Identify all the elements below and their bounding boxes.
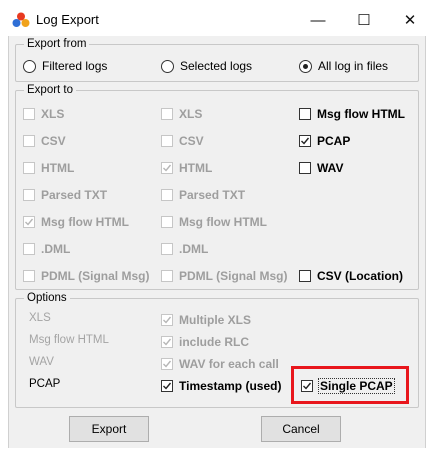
col2-dml-label: .DML — [179, 242, 209, 256]
col1-dml-label: .DML — [41, 242, 71, 256]
col2-xls-label: XLS — [179, 107, 203, 121]
col2-pdml-label: PDML (Signal Msg) — [179, 269, 288, 283]
close-button[interactable]: ✕ — [390, 6, 430, 34]
timestamp-used-checkbox[interactable]: Timestamp (used) — [161, 378, 281, 394]
radio-filtered-logs[interactable]: Filtered logs — [23, 58, 107, 74]
col1-pdml-label: PDML (Signal Msg) — [41, 269, 150, 283]
col3-wav-checkbox[interactable]: WAV — [299, 160, 343, 176]
col3-pcap-label: PCAP — [317, 134, 351, 148]
maximize-button[interactable]: ☐ — [344, 6, 384, 34]
radio-all-log-in-files-label: All log in files — [318, 59, 389, 73]
col1-csv-checkbox[interactable]: CSV — [23, 133, 66, 149]
col2-msg-flow-html-checkbox[interactable]: Msg flow HTML — [161, 214, 267, 230]
timestamp-used-label: Timestamp (used) — [179, 379, 282, 393]
option-name-msg-flow-html: Msg flow HTML — [29, 334, 109, 346]
radio-filtered-logs-label: Filtered logs — [42, 59, 108, 73]
radio-all-log-in-files[interactable]: All log in files — [299, 58, 388, 74]
minimize-button[interactable]: — — [298, 6, 338, 34]
col1-parsed-txt-label: Parsed TXT — [41, 188, 108, 202]
radio-selected-logs[interactable]: Selected logs — [161, 58, 252, 74]
col3-msg-flow-html-label: Msg flow HTML — [317, 107, 405, 121]
col1-parsed-txt-checkbox[interactable]: Parsed TXT — [23, 187, 107, 203]
col2-html-checkbox[interactable]: HTML — [161, 160, 212, 176]
col2-csv-checkbox[interactable]: CSV — [161, 133, 204, 149]
col1-html-checkbox[interactable]: HTML — [23, 160, 74, 176]
options-label: Options — [24, 291, 70, 305]
option-name-xls: XLS — [29, 312, 51, 324]
dialog-client: Export from Filtered logs Selected logs … — [8, 36, 426, 448]
title-bar: Log Export — ☐ ✕ — [0, 0, 432, 40]
include-rlc-checkbox[interactable]: include RLC — [161, 334, 249, 350]
option-name-pcap: PCAP — [29, 378, 61, 390]
include-rlc-label: include RLC — [179, 335, 250, 349]
col1-html-label: HTML — [41, 161, 75, 175]
col1-csv-label: CSV — [41, 134, 66, 148]
col2-pdml-checkbox[interactable]: PDML (Signal Msg) — [161, 268, 287, 284]
col1-msg-flow-html-checkbox[interactable]: Msg flow HTML — [23, 214, 129, 230]
app-icon — [12, 12, 30, 27]
col2-html-label: HTML — [179, 161, 213, 175]
single-pcap-highlight-box — [291, 366, 409, 404]
col2-parsed-txt-checkbox[interactable]: Parsed TXT — [161, 187, 245, 203]
export-button[interactable]: Export — [69, 416, 149, 442]
export-to-label: Export to — [24, 83, 77, 97]
col1-pdml-checkbox[interactable]: PDML (Signal Msg) — [23, 268, 149, 284]
export-from-label: Export from — [24, 37, 90, 51]
multiple-xls-checkbox[interactable]: Multiple XLS — [161, 312, 251, 328]
col3-csv-location-label: CSV (Location) — [317, 269, 403, 283]
col3-pcap-checkbox[interactable]: PCAP — [299, 133, 350, 149]
col2-csv-label: CSV — [179, 134, 204, 148]
col3-wav-label: WAV — [317, 161, 344, 175]
col2-parsed-txt-label: Parsed TXT — [179, 188, 246, 202]
wav-for-each-call-checkbox[interactable]: WAV for each call — [161, 356, 279, 372]
multiple-xls-label: Multiple XLS — [179, 313, 251, 327]
col1-dml-checkbox[interactable]: .DML — [23, 241, 70, 257]
col1-xls-checkbox[interactable]: XLS — [23, 106, 64, 122]
col2-xls-checkbox[interactable]: XLS — [161, 106, 202, 122]
option-name-wav: WAV — [29, 356, 54, 368]
window-title: Log Export — [36, 12, 99, 27]
radio-filtered-logs-indicator[interactable] — [23, 59, 36, 73]
radio-selected-logs-label: Selected logs — [180, 59, 253, 73]
col3-msg-flow-html-checkbox[interactable]: Msg flow HTML — [299, 106, 405, 122]
wav-for-each-call-label: WAV for each call — [179, 357, 279, 371]
col1-msg-flow-html-label: Msg flow HTML — [41, 215, 129, 229]
col1-xls-label: XLS — [41, 107, 65, 121]
radio-selected-logs-indicator[interactable] — [161, 59, 174, 73]
col2-msg-flow-html-label: Msg flow HTML — [179, 215, 267, 229]
cancel-button[interactable]: Cancel — [261, 416, 341, 442]
col2-dml-checkbox[interactable]: .DML — [161, 241, 208, 257]
col3-csv-location-checkbox[interactable]: CSV (Location) — [299, 268, 403, 284]
radio-all-log-in-files-indicator[interactable] — [299, 59, 312, 73]
